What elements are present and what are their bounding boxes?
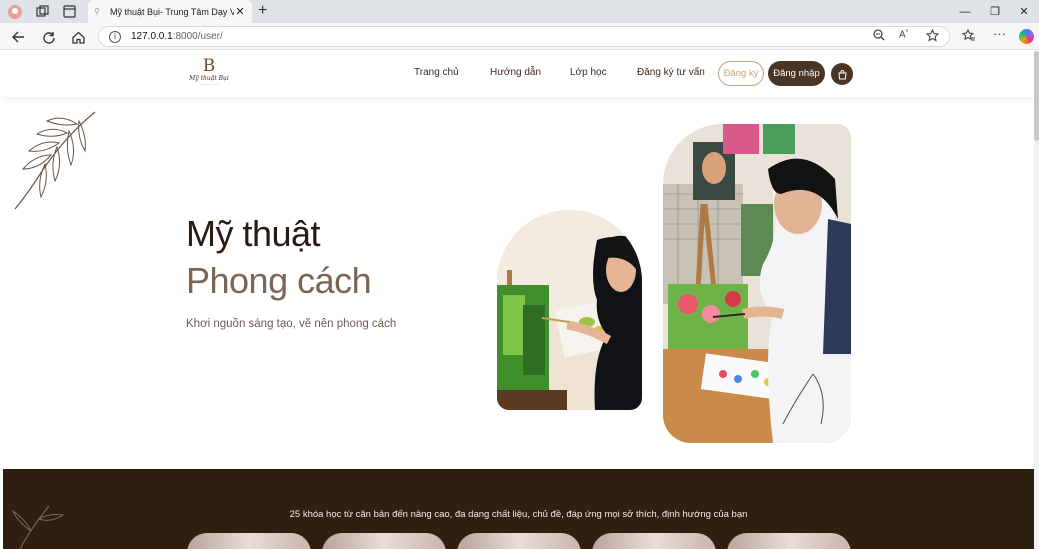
back-icon[interactable] bbox=[9, 28, 27, 46]
hero-photo-painting-class bbox=[663, 124, 851, 443]
browser-toolbar: i 127.0.0.1:8000/user/ Aᵃ ··· bbox=[0, 23, 1039, 50]
refresh-icon[interactable] bbox=[39, 28, 57, 46]
workspaces-icon[interactable] bbox=[33, 3, 51, 20]
maximize-icon[interactable]: ❐ bbox=[980, 0, 1010, 23]
branch-decoration-icon bbox=[14, 111, 96, 210]
favorites-bar-icon[interactable] bbox=[961, 28, 976, 45]
page-scrollbar-thumb[interactable] bbox=[1034, 51, 1039, 141]
cart-button[interactable] bbox=[831, 63, 853, 85]
browser-tab-bar: ⚲ Mỹ thuật Bụi- Trung Tâm Dạy Vẽ ✕ + — ❐… bbox=[0, 0, 1039, 23]
hero-title-line1: Mỹ thuật bbox=[186, 213, 321, 254]
courses-band-text: 25 khóa học từ căn bản đến nâng cao, đa … bbox=[289, 509, 748, 520]
hero-photo-painting-girl bbox=[497, 210, 642, 410]
nav-consult[interactable]: Đăng ký tư vấn bbox=[637, 67, 705, 78]
browser-tab-active[interactable]: ⚲ Mỹ thuật Bụi- Trung Tâm Dạy Vẽ ✕ bbox=[88, 0, 252, 23]
nav-home[interactable]: Trang chủ bbox=[414, 67, 459, 78]
favorite-icon[interactable] bbox=[925, 28, 940, 45]
zoom-icon[interactable] bbox=[873, 29, 885, 44]
course-card[interactable] bbox=[592, 533, 716, 549]
course-card[interactable] bbox=[727, 533, 851, 549]
hero-title-line2: Phong cách bbox=[186, 260, 372, 301]
tab-title: Mỹ thuật Bụi- Trung Tâm Dạy Vẽ bbox=[110, 6, 234, 17]
tab-actions-icon[interactable] bbox=[60, 3, 78, 20]
nav-guide[interactable]: Hướng dẫn bbox=[490, 67, 541, 78]
hero-subtitle: Khơi nguồn sáng tạo, vẽ nên phong cách bbox=[186, 318, 397, 330]
home-icon[interactable] bbox=[69, 28, 87, 46]
address-bar[interactable]: i 127.0.0.1:8000/user/ bbox=[98, 26, 950, 47]
logo-name: Mỹ thuật Bụi bbox=[189, 75, 229, 82]
shopping-bag-icon bbox=[837, 69, 847, 79]
login-button[interactable]: Đăng nhập bbox=[768, 61, 825, 86]
nav-classes[interactable]: Lớp học bbox=[570, 67, 607, 78]
site-logo[interactable]: B Mỹ thuật Bụi — — — — — bbox=[189, 58, 229, 90]
course-card[interactable] bbox=[187, 533, 311, 549]
register-button[interactable]: Đăng ký bbox=[718, 61, 764, 86]
more-icon[interactable]: ··· bbox=[993, 26, 1006, 41]
site-info-icon[interactable]: i bbox=[109, 30, 121, 43]
close-tab-icon[interactable]: ✕ bbox=[234, 5, 246, 18]
url-host: 127.0.0.1 bbox=[131, 31, 173, 42]
read-aloud-icon[interactable]: Aᵃ bbox=[899, 29, 908, 40]
page-favicon-icon: ⚲ bbox=[94, 7, 100, 16]
url-path: :8000/user/ bbox=[172, 31, 223, 42]
site-header: B Mỹ thuật Bụi — — — — — Trang chủ Hướng… bbox=[3, 51, 1034, 97]
logo-tagline-mark: — — — — — bbox=[199, 82, 219, 86]
logo-letter: B bbox=[202, 56, 216, 76]
course-card[interactable] bbox=[457, 533, 581, 549]
new-tab-icon[interactable]: + bbox=[258, 2, 267, 20]
course-card[interactable] bbox=[322, 533, 446, 549]
copilot-icon[interactable] bbox=[1019, 29, 1034, 44]
close-window-icon[interactable]: ✕ bbox=[1009, 0, 1039, 23]
minimize-icon[interactable]: — bbox=[950, 0, 980, 23]
web-page: B Mỹ thuật Bụi — — — — — Trang chủ Hướng… bbox=[3, 51, 1034, 549]
profile-icon[interactable] bbox=[6, 3, 24, 20]
